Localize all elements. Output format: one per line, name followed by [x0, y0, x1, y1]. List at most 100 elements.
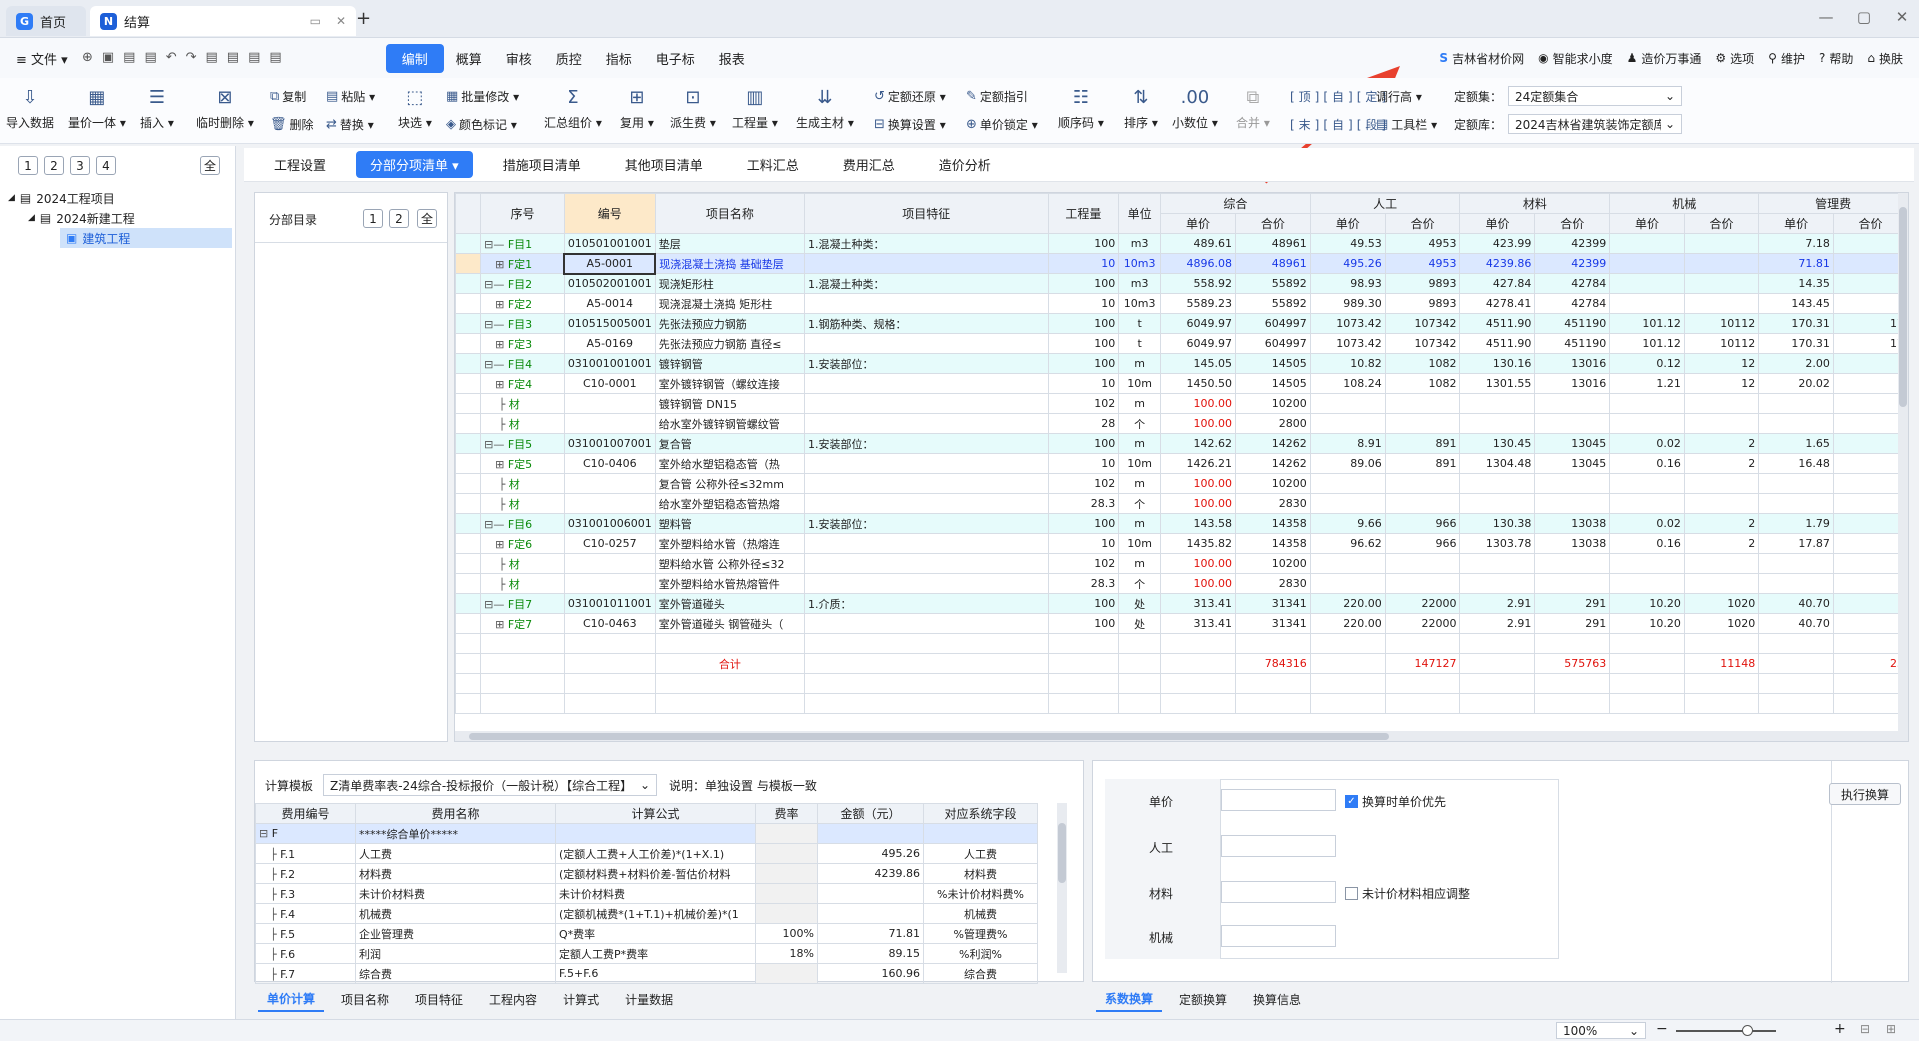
cell-value[interactable]: [1459, 553, 1536, 574]
cell-code[interactable]: C10-0463: [563, 613, 656, 634]
calc-cell-rate[interactable]: [755, 863, 818, 884]
row-indicator[interactable]: [455, 373, 482, 394]
calc-cell-amount[interactable]: 4239.86: [817, 863, 924, 884]
cell-value[interactable]: 1082: [1384, 373, 1461, 394]
cell-value[interactable]: [1832, 393, 1908, 414]
expand-node-icon[interactable]: ⊞: [484, 298, 508, 311]
calc-template-select[interactable]: Z清单费率表-24综合-投标报价（一般计税）【综合工程】 ⌄: [323, 774, 657, 796]
calc-cell-rate[interactable]: [755, 883, 818, 904]
cell-value[interactable]: [1832, 353, 1908, 374]
paste-button[interactable]: ▤ 粘贴 ▾: [326, 88, 375, 105]
dir-level-1-button[interactable]: 1: [363, 209, 383, 228]
cell-feature[interactable]: 1.安装部位：: [804, 433, 1049, 454]
cell-name[interactable]: 镀锌钢管 DN15: [654, 393, 806, 414]
cell-value[interactable]: 10200: [1234, 553, 1311, 574]
new-tab-button[interactable]: +: [356, 8, 371, 29]
conv-machine-input[interactable]: [1221, 925, 1336, 947]
cell-name[interactable]: 现浇混凝土浇捣 矩形柱: [654, 293, 806, 314]
table-row[interactable]: ⊞ F定3 A5-0169 先张法预应力钢筋 直径≤ 100 t 6049.97 60499…: [455, 333, 1908, 354]
cell-feature[interactable]: 1.混凝土种类：: [804, 273, 1049, 294]
cell-seq[interactable]: ⊟— F目5: [480, 433, 565, 454]
cell-qty[interactable]: 100: [1047, 333, 1120, 354]
cell-value[interactable]: 1301.55: [1459, 373, 1536, 394]
replace-button[interactable]: ⇄ 替换 ▾: [326, 116, 374, 133]
col-unit[interactable]: 单位: [1118, 193, 1162, 234]
cell-value[interactable]: 0.16: [1609, 453, 1685, 474]
table-row[interactable]: ├ 材 塑料给水管 公称外径≤32 102 m 100.00 10200: [455, 553, 1908, 574]
expand-node-icon[interactable]: ⊟: [259, 827, 272, 840]
cell-value[interactable]: 4511.90: [1459, 333, 1536, 354]
cell-code[interactable]: C10-0406: [563, 453, 656, 474]
cell-seq[interactable]: ├ 材: [480, 493, 565, 514]
tree-expand-all-button[interactable]: 全: [200, 156, 220, 175]
col-total[interactable]: 合价: [1832, 213, 1908, 234]
summary-price-button[interactable]: Σ 汇总组价 ▾: [544, 84, 602, 131]
tab-cost-analysis[interactable]: 造价分析: [925, 151, 1005, 178]
cell-name[interactable]: 现浇混凝土浇捣 基础垫层: [654, 253, 806, 274]
row-indicator[interactable]: [455, 233, 482, 254]
cell-feature[interactable]: 1.介质：: [804, 593, 1049, 614]
cell-value[interactable]: 604997: [1234, 313, 1311, 334]
cell-unit[interactable]: 个: [1118, 413, 1162, 434]
cell-value[interactable]: 130.45: [1459, 433, 1536, 454]
cell-value[interactable]: [1683, 413, 1760, 434]
price-lock-button[interactable]: ⊕ 单价锁定 ▾: [966, 116, 1038, 133]
calc-cell-field[interactable]: 人工费: [923, 843, 1038, 864]
row-indicator[interactable]: [455, 333, 482, 354]
col-price[interactable]: 单价: [1758, 213, 1834, 234]
table-row[interactable]: ⊟— F目2 010502001001 现浇矩形柱 1.混凝土种类： 100 m3 558.…: [455, 273, 1908, 294]
cell-name[interactable]: 室外管道碰头 钢管碰头（: [654, 613, 806, 634]
cell-qty[interactable]: 102: [1047, 473, 1120, 494]
cell-qty[interactable]: 10: [1047, 533, 1120, 554]
tab-bill-items[interactable]: 分部分项清单 ▾: [356, 151, 473, 178]
row-indicator[interactable]: [455, 613, 482, 634]
calc-cell-formula[interactable]: F.5+F.6: [555, 963, 756, 984]
cell-value[interactable]: [1758, 553, 1834, 574]
tree-node-building[interactable]: ▣ 建筑工程: [60, 228, 232, 248]
calc-cell-code[interactable]: ├ F.4: [255, 903, 356, 924]
cell-value[interactable]: [1832, 453, 1908, 474]
cell-value[interactable]: 1303.78: [1459, 533, 1536, 554]
cell-value[interactable]: 1.21: [1609, 373, 1685, 394]
cell-value[interactable]: 291: [1534, 593, 1611, 614]
menu-file[interactable]: ≡ 文件 ▾: [4, 45, 80, 72]
cell-value[interactable]: 427.84: [1459, 273, 1536, 294]
cell-value[interactable]: 13038: [1534, 533, 1611, 554]
row-indicator[interactable]: [455, 353, 482, 374]
cell-value[interactable]: [1609, 493, 1685, 514]
expand-node-icon[interactable]: ⊟—: [484, 518, 508, 531]
cell-value[interactable]: [1384, 393, 1461, 414]
cell-value[interactable]: 313.41: [1160, 613, 1236, 634]
table-row[interactable]: ⊟— F目3 010515005001 先张法预应力钢筋 1.钢筋种类、规格： 100 t…: [455, 313, 1908, 334]
cell-value[interactable]: 100.00: [1160, 393, 1236, 414]
calc-cell-name[interactable]: 利润: [355, 943, 556, 964]
fit-screen-icon[interactable]: ⊟: [1860, 1022, 1870, 1036]
cell-value[interactable]: 55892: [1234, 273, 1311, 294]
cell-value[interactable]: 40.70: [1758, 613, 1834, 634]
calc-cell-amount[interactable]: 495.26: [817, 843, 924, 864]
cell-code[interactable]: 010501001001: [563, 233, 656, 254]
cell-feature[interactable]: 1.安装部位：: [804, 513, 1049, 534]
skin-button[interactable]: ⌂ 换肤: [1867, 50, 1903, 67]
row-indicator[interactable]: [455, 493, 482, 514]
quota-restore-button[interactable]: ↺ 定额还原 ▾: [874, 88, 946, 105]
cell-unit[interactable]: m: [1118, 473, 1162, 494]
table-row[interactable]: ⊟— F目5 031001007001 复合管 1.安装部位： 100 m 142.62 14…: [455, 433, 1908, 454]
cell-value[interactable]: 17.87: [1758, 533, 1834, 554]
cell-value[interactable]: 170.31: [1758, 313, 1834, 334]
merge-button[interactable]: ⧉ 合并 ▾: [1236, 84, 1270, 131]
col-code[interactable]: 编号: [563, 193, 656, 234]
cell-value[interactable]: 489.61: [1160, 233, 1236, 254]
cell-value[interactable]: 100.00: [1160, 553, 1236, 574]
tab-project-settings[interactable]: 工程设置: [260, 151, 340, 178]
calc-col-header[interactable]: 金额（元）: [817, 803, 924, 824]
quota-set-select[interactable]: 24定额集合 ⌄: [1508, 86, 1682, 106]
menu-index[interactable]: 指标: [594, 45, 644, 72]
cell-name[interactable]: 现浇矩形柱: [654, 273, 806, 294]
cell-value[interactable]: [1459, 473, 1536, 494]
cost-expert-link[interactable]: ♟ 造价万事通: [1627, 50, 1702, 67]
col-total[interactable]: 合价: [1683, 213, 1760, 234]
cell-feature[interactable]: 1.混凝土种类：: [804, 233, 1049, 254]
cell-value[interactable]: 0.02: [1609, 433, 1685, 454]
cell-value[interactable]: [1534, 553, 1611, 574]
